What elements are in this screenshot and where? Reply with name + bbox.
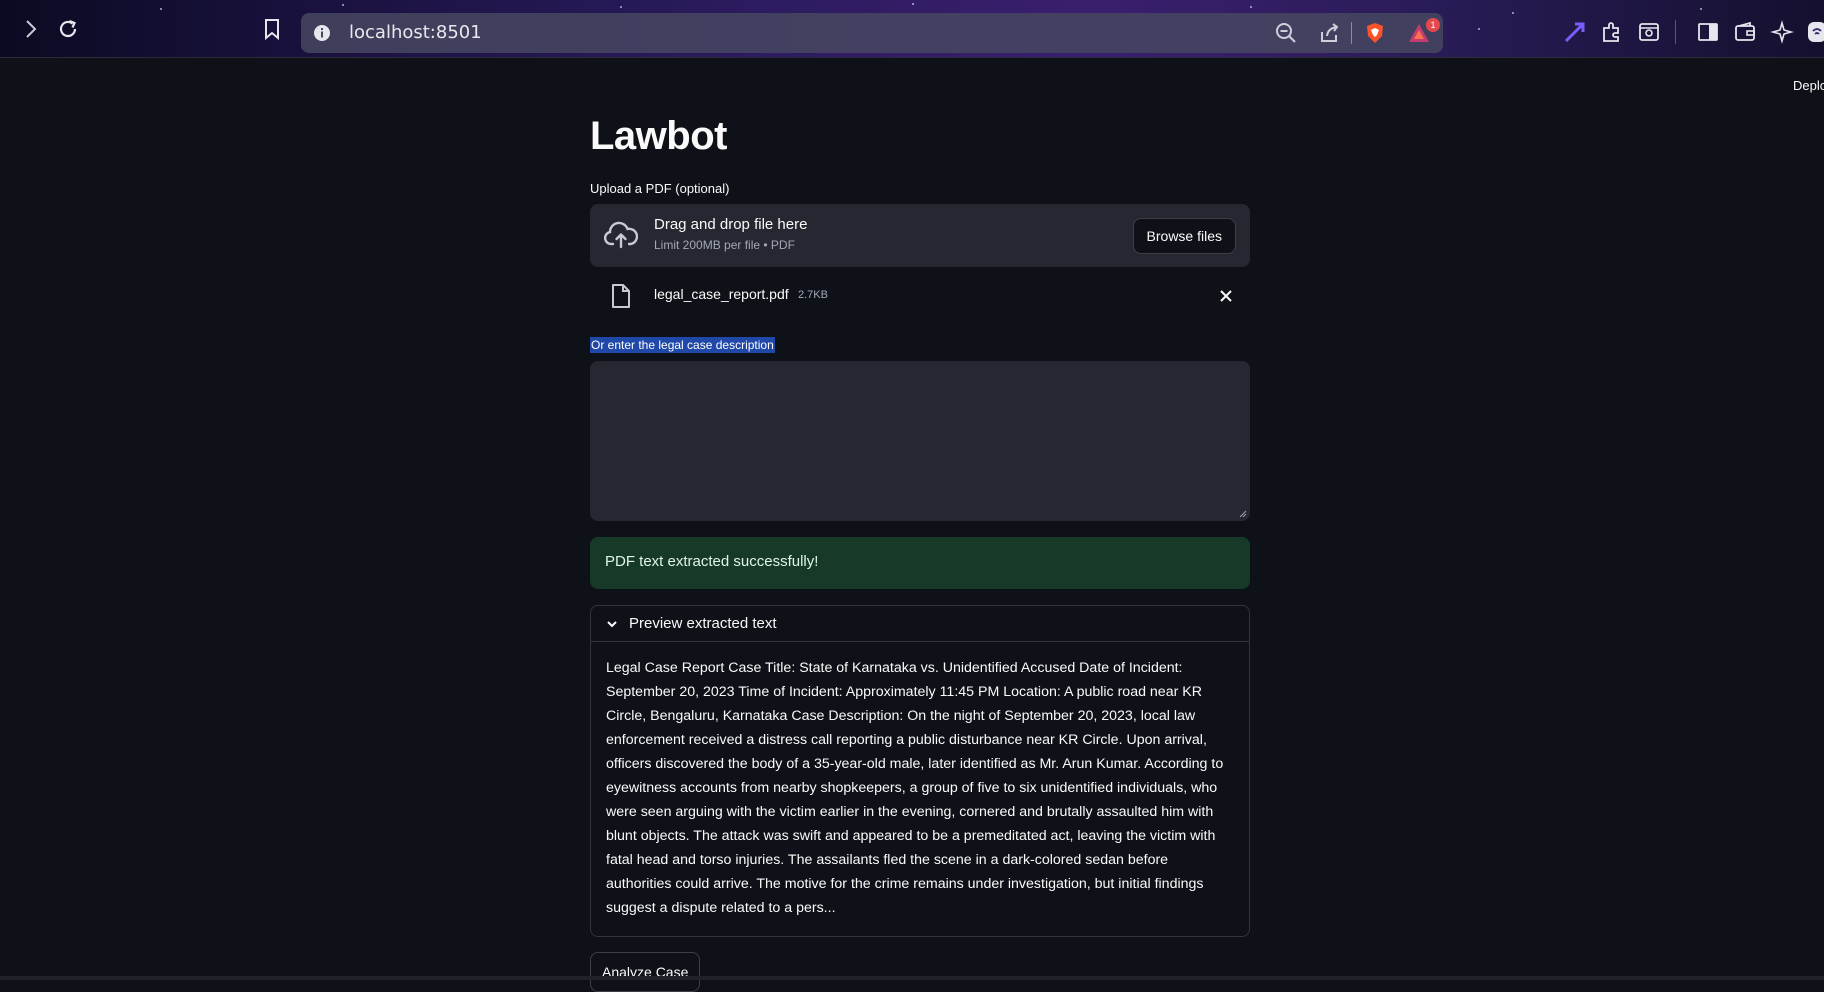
bookmark-button[interactable] xyxy=(259,16,285,42)
background-star xyxy=(160,8,162,10)
file-dropzone[interactable]: Drag and drop file here Limit 200MB per … xyxy=(590,204,1250,267)
separator xyxy=(1675,20,1676,44)
preview-expander: Preview extracted text Legal Case Report… xyxy=(590,605,1250,937)
resize-grip-icon[interactable] xyxy=(1239,510,1247,518)
browser-toolbar: localhost:8501 1 xyxy=(0,0,1824,58)
sidebar-icon[interactable] xyxy=(1696,20,1720,44)
page-title: Lawbot xyxy=(590,114,727,158)
browse-files-button[interactable]: Browse files xyxy=(1132,218,1236,254)
background-star xyxy=(1512,12,1514,14)
forward-button[interactable] xyxy=(18,16,44,42)
extracted-text: Legal Case Report Case Title: State of K… xyxy=(606,660,1224,916)
background-star xyxy=(1250,6,1252,8)
dropzone-title: Drag and drop file here xyxy=(654,216,808,233)
uploaded-file-size: 2.7KB xyxy=(798,289,828,301)
success-alert: PDF text extracted successfully! xyxy=(590,537,1250,589)
address-bar[interactable]: localhost:8501 1 xyxy=(301,13,1443,53)
wallet-icon[interactable] xyxy=(1733,20,1757,44)
upload-label: Upload a PDF (optional) xyxy=(590,181,730,196)
chevron-down-icon xyxy=(607,621,617,628)
url-text[interactable]: localhost:8501 xyxy=(349,22,482,43)
background-star xyxy=(1700,8,1702,10)
separator xyxy=(1351,22,1352,44)
success-message: PDF text extracted successfully! xyxy=(605,553,819,570)
file-icon xyxy=(612,284,630,308)
extensions-puzzle-icon[interactable] xyxy=(1600,20,1624,44)
remove-file-icon[interactable] xyxy=(1218,288,1234,304)
reader-mode-icon[interactable] xyxy=(1637,20,1661,44)
background-star xyxy=(620,6,622,8)
info-icon[interactable] xyxy=(313,24,331,42)
background-star xyxy=(342,4,344,6)
brave-shield-icon[interactable] xyxy=(1364,22,1386,44)
expander-header[interactable]: Preview extracted text xyxy=(591,606,1249,642)
uploaded-file-row: legal_case_report.pdf 2.7KB xyxy=(590,276,1250,316)
extension-rocket-icon[interactable] xyxy=(1563,20,1587,44)
chevron-right-icon xyxy=(26,20,37,38)
reload-icon xyxy=(59,19,77,38)
share-icon[interactable] xyxy=(1319,22,1341,44)
background-star xyxy=(1478,28,1480,30)
dropzone-limit-text: Limit 200MB per file • PDF xyxy=(654,238,795,252)
bookmark-icon xyxy=(265,19,279,40)
description-label: Or enter the legal case description xyxy=(590,337,775,353)
uploaded-file-name: legal_case_report.pdf xyxy=(654,286,789,302)
background-star xyxy=(912,3,914,5)
window-bottom-edge xyxy=(0,976,1824,980)
reload-button[interactable] xyxy=(55,16,81,42)
leo-ai-icon[interactable] xyxy=(1770,20,1794,44)
zoom-out-icon[interactable] xyxy=(1275,22,1297,44)
notification-badge: 1 xyxy=(1426,18,1440,32)
analyze-case-button[interactable]: Analyze Case xyxy=(590,952,701,992)
deploy-button[interactable]: Deploy xyxy=(1793,78,1824,93)
cloud-upload-icon xyxy=(604,221,638,249)
expander-title: Preview extracted text xyxy=(629,615,777,632)
vpn-icon[interactable] xyxy=(1806,20,1824,44)
case-description-textarea[interactable] xyxy=(590,361,1250,521)
